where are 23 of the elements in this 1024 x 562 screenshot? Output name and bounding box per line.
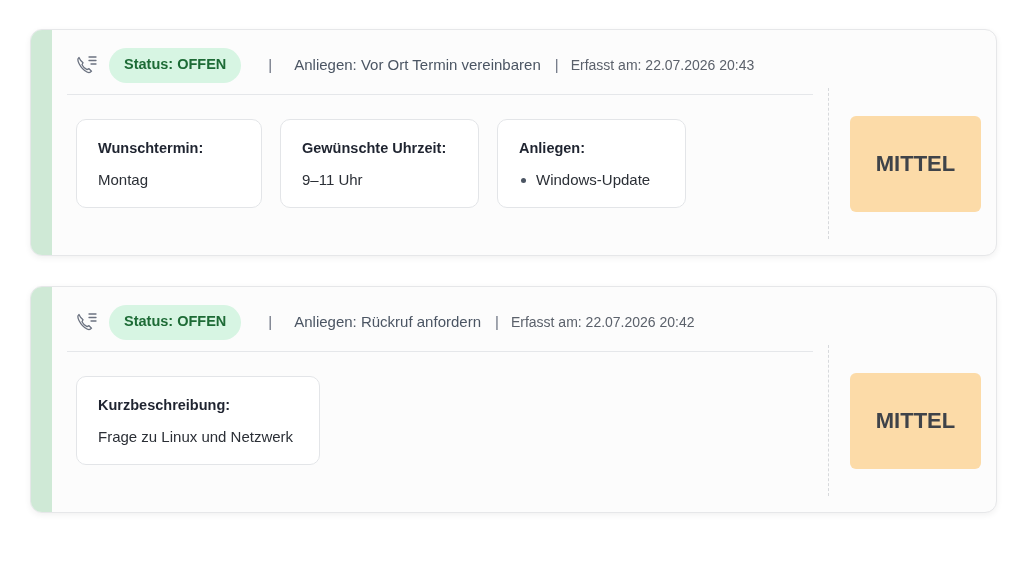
separator-text: | <box>554 54 559 75</box>
phone-list-icon <box>76 55 98 75</box>
info-value: Montag <box>98 171 150 189</box>
recorded-text: Erfasst am: 22.07.2026 20:43 <box>570 55 755 75</box>
topic-text: Anliegen: Vor Ort Termin vereinbaren <box>294 54 541 75</box>
separator-text: | <box>268 54 273 75</box>
status-badge: Status: OFFEN <box>109 304 242 340</box>
priority-badge: MITTEL <box>850 372 981 469</box>
info-label: Anliegen: <box>519 139 587 157</box>
separator-text: | <box>268 311 273 332</box>
phone-list-icon <box>76 312 98 332</box>
info-label: Kurzbeschreibung: <box>98 396 232 414</box>
priority-badge: MITTEL <box>850 115 981 212</box>
topic-text: Anliegen: Rückruf anfordern <box>294 311 481 332</box>
info-value: Windows-Update <box>536 171 651 189</box>
separator-text: | <box>495 311 499 332</box>
status-badge: Status: OFFEN <box>109 47 242 83</box>
bullet-icon <box>521 177 526 183</box>
info-label: Wunschtermin: <box>98 139 205 157</box>
info-value: Frage zu Linux und Netzwerk <box>98 428 295 446</box>
info-value: 9–11 Uhr <box>302 171 364 189</box>
recorded-text: Erfasst am: 22.07.2026 20:42 <box>510 312 695 332</box>
info-label: Gewünschte Uhrzeit: <box>302 139 448 157</box>
